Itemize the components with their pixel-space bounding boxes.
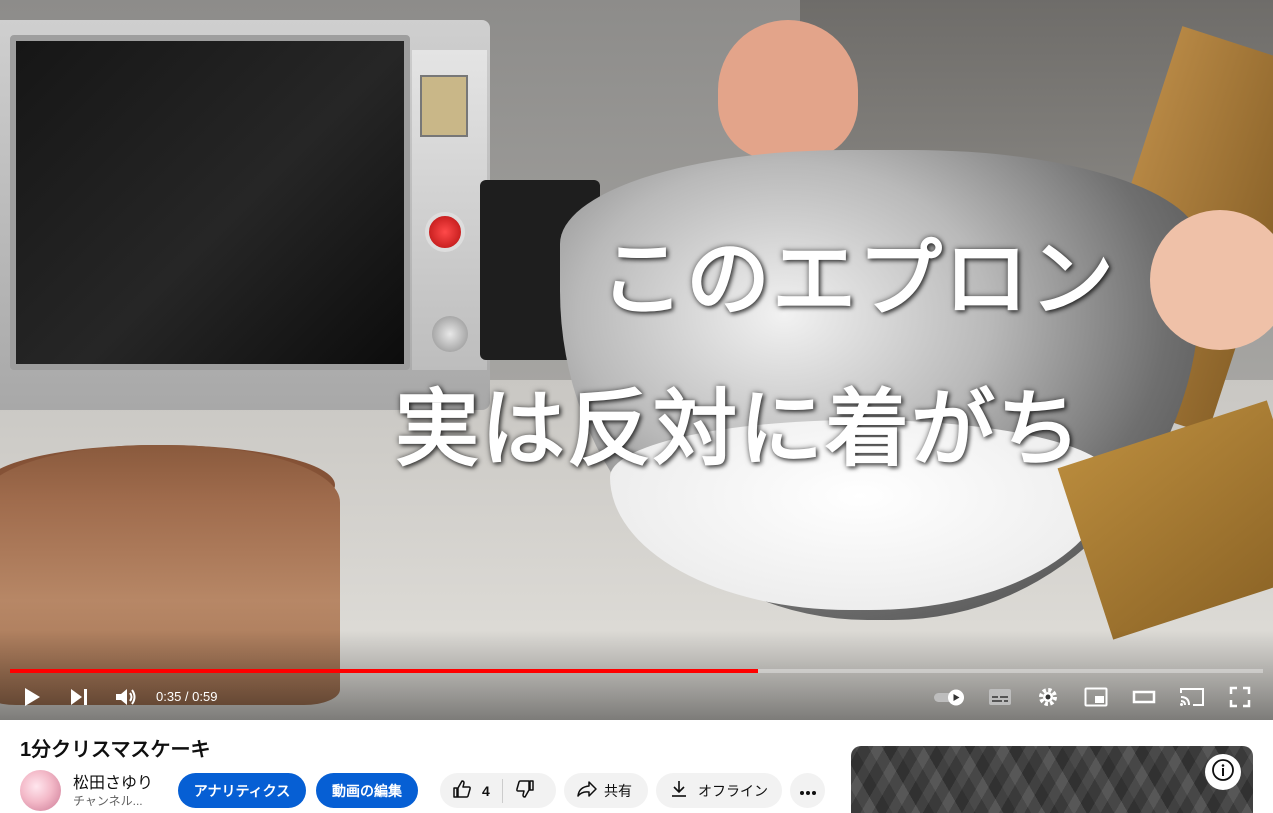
scene-microwave-display: [420, 75, 468, 137]
theater-mode-button[interactable]: [1128, 682, 1160, 712]
next-icon: [68, 687, 90, 707]
subtitles-button[interactable]: [984, 682, 1016, 712]
video-caption-line2: 実は反対に着がち: [395, 379, 1084, 478]
avatar[interactable]: [20, 770, 61, 811]
like-dislike-group: 4: [440, 773, 556, 808]
download-icon: [670, 779, 688, 802]
gear-icon: [1037, 686, 1059, 708]
next-button[interactable]: [63, 682, 95, 712]
video-title: 1分クリスマスケーキ: [20, 739, 211, 761]
fullscreen-icon: [1229, 686, 1251, 708]
video-frame: [0, 0, 1273, 720]
volume-icon: [114, 686, 138, 708]
offline-label: オフライン: [698, 782, 768, 799]
progress-bar[interactable]: [10, 669, 1263, 673]
scene-microwave-knob: [432, 316, 468, 352]
channel-name[interactable]: 松田さゆり: [73, 769, 153, 793]
like-button[interactable]: 4: [440, 779, 502, 802]
edit-video-button[interactable]: 動画の編集: [316, 773, 418, 808]
play-icon: [22, 686, 42, 708]
scene-microwave-button: [425, 212, 465, 252]
scene-microwave-door: [10, 35, 410, 370]
offline-button[interactable]: オフライン: [656, 773, 782, 808]
info-button[interactable]: [1205, 754, 1241, 790]
autoplay-toggle[interactable]: [930, 682, 970, 712]
cast-button[interactable]: [1176, 682, 1208, 712]
more-horizontal-icon: [799, 781, 817, 800]
video-player[interactable]: このエプロン 実は反対に着がち 0:35 / 0:59: [0, 0, 1273, 720]
share-label: 共有: [604, 782, 632, 799]
share-icon: [576, 779, 598, 802]
sidebar-video-thumbnail[interactable]: [851, 746, 1253, 813]
time-display: 0:35 / 0:59: [156, 689, 218, 704]
channel-subtext: チャンネル...: [73, 794, 143, 808]
settings-button[interactable]: [1032, 682, 1064, 712]
subtitles-icon: [988, 688, 1012, 706]
fullscreen-button[interactable]: [1224, 682, 1256, 712]
miniplayer-icon: [1084, 687, 1108, 707]
theater-mode-icon: [1132, 689, 1156, 705]
progress-played: [10, 669, 759, 673]
play-button[interactable]: [16, 682, 48, 712]
thumbs-down-icon: [515, 779, 535, 802]
more-actions-button[interactable]: [790, 773, 825, 808]
dislike-button[interactable]: [503, 779, 535, 802]
miniplayer-button[interactable]: [1080, 682, 1112, 712]
scene-hand: [718, 20, 858, 160]
like-count: 4: [482, 782, 490, 799]
volume-button[interactable]: [110, 682, 142, 712]
analytics-button[interactable]: アナリティクス: [178, 773, 306, 808]
video-caption-line1: このエプロン: [600, 229, 1117, 328]
info-icon: [1211, 758, 1235, 786]
thumbs-up-icon: [452, 779, 472, 802]
share-button[interactable]: 共有: [564, 773, 648, 808]
autoplay-toggle-icon: [932, 687, 968, 707]
cast-icon: [1179, 687, 1205, 707]
